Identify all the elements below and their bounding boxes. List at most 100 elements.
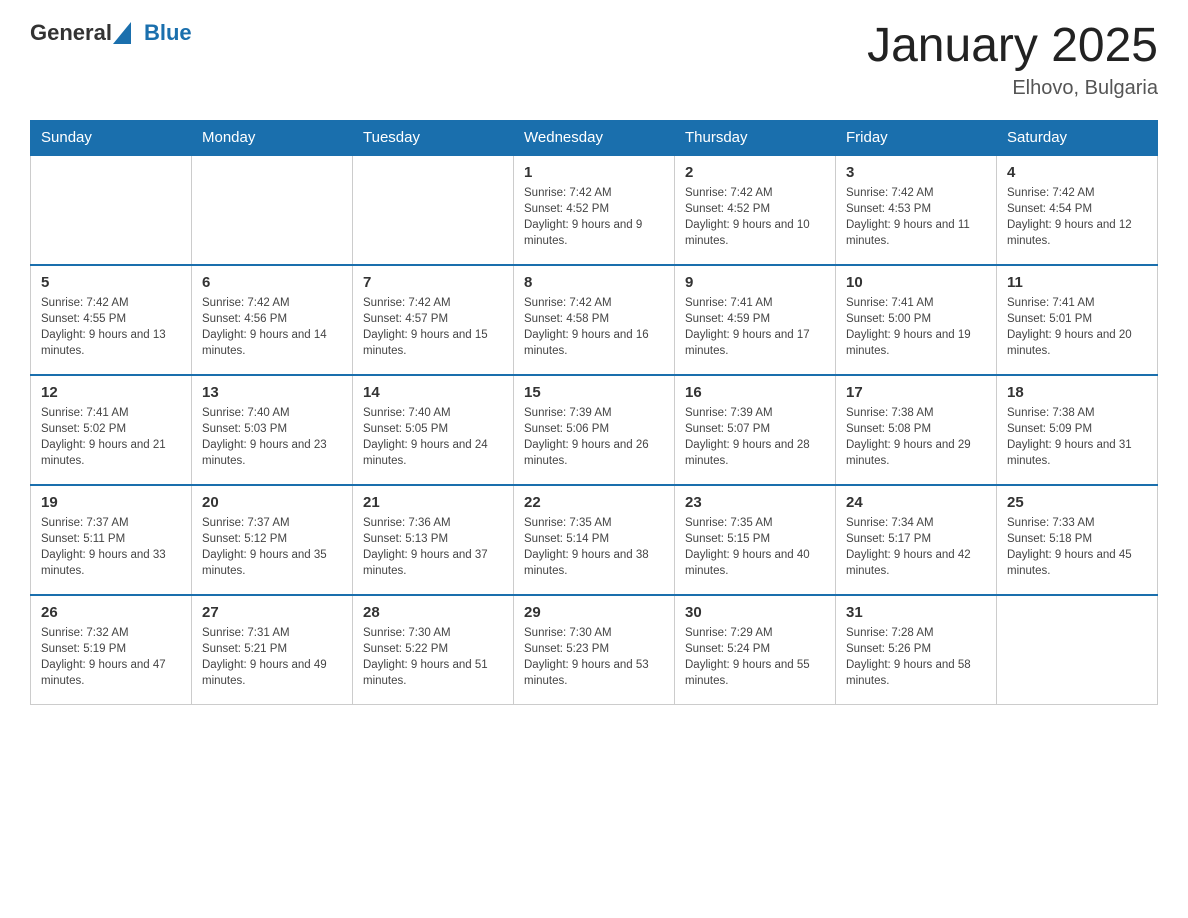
day-number: 27 [202, 604, 342, 621]
calendar-cell: 10Sunrise: 7:41 AM Sunset: 5:00 PM Dayli… [836, 265, 997, 375]
day-number: 15 [524, 384, 664, 401]
calendar-cell: 8 Sunrise: 7:42 AM Sunset: 4:58 PM Daylig… [514, 265, 675, 375]
day-number: 29 [524, 604, 664, 621]
day-info: Sunrise: 7:42 AM Sunset: 4:56 PM Dayligh… [202, 295, 342, 359]
calendar-cell [31, 155, 192, 265]
day-info: Sunrise: 7:42 AM Sunset: 4:55 PM Dayligh… [41, 295, 181, 359]
calendar-cell: 9Sunrise: 7:41 AM Sunset: 4:59 PM Daylig… [675, 265, 836, 375]
day-info: Sunrise: 7:37 AM Sunset: 5:12 PM Dayligh… [202, 515, 342, 579]
calendar-cell: 12 Sunrise: 7:41 AM Sunset: 5:02 PM Dayli… [31, 375, 192, 485]
day-number: 26 [41, 604, 181, 621]
calendar-cell: 11 Sunrise: 7:41 AM Sunset: 5:01 PM Dayli… [997, 265, 1158, 375]
day-info: Sunrise: 7:29 AM Sunset: 5:24 PM Dayligh… [685, 625, 825, 689]
calendar-cell: 18 Sunrise: 7:38 AM Sunset: 5:09 PM Dayli… [997, 375, 1158, 485]
day-info: Sunrise: 7:35 AM Sunset: 5:14 PM Dayligh… [524, 515, 664, 579]
day-info: Sunrise: 7:39 AM Sunset: 5:06 PM Dayligh… [524, 405, 664, 469]
day-info: Sunrise: 7:33 AM Sunset: 5:18 PM Dayligh… [1007, 515, 1147, 579]
day-number: 24 [846, 494, 986, 511]
calendar-cell: 31 Sunrise: 7:28 AM Sunset: 5:26 PM Dayli… [836, 595, 997, 705]
day-info: Sunrise: 7:38 AM Sunset: 5:08 PM Dayligh… [846, 405, 986, 469]
day-info: Sunrise: 7:41 AM Sunset: 5:00 PM Dayligh… [846, 295, 986, 359]
day-number: 17 [846, 384, 986, 401]
day-info: Sunrise: 7:37 AM Sunset: 5:11 PM Dayligh… [41, 515, 181, 579]
header-tuesday: Tuesday [353, 120, 514, 155]
calendar-cell: 20 Sunrise: 7:37 AM Sunset: 5:12 PM Dayli… [192, 485, 353, 595]
calendar-cell: 21Sunrise: 7:36 AM Sunset: 5:13 PM Dayli… [353, 485, 514, 595]
day-info: Sunrise: 7:41 AM Sunset: 5:02 PM Dayligh… [41, 405, 181, 469]
calendar-cell: 5 Sunrise: 7:42 AM Sunset: 4:55 PM Daylig… [31, 265, 192, 375]
calendar-cell: 22Sunrise: 7:35 AM Sunset: 5:14 PM Dayli… [514, 485, 675, 595]
day-info: Sunrise: 7:41 AM Sunset: 5:01 PM Dayligh… [1007, 295, 1147, 359]
calendar-cell: 28 Sunrise: 7:30 AM Sunset: 5:22 PM Dayli… [353, 595, 514, 705]
day-number: 1 [524, 164, 664, 181]
day-number: 25 [1007, 494, 1147, 511]
day-number: 12 [41, 384, 181, 401]
calendar-cell: 30 Sunrise: 7:29 AM Sunset: 5:24 PM Dayli… [675, 595, 836, 705]
logo-blue: Blue [144, 20, 192, 46]
day-number: 11 [1007, 274, 1147, 291]
day-info: Sunrise: 7:30 AM Sunset: 5:23 PM Dayligh… [524, 625, 664, 689]
day-number: 7 [363, 274, 503, 291]
calendar-cell: 14 Sunrise: 7:40 AM Sunset: 5:05 PM Dayli… [353, 375, 514, 485]
day-info: Sunrise: 7:41 AM Sunset: 4:59 PM Dayligh… [685, 295, 825, 359]
day-info: Sunrise: 7:42 AM Sunset: 4:58 PM Dayligh… [524, 295, 664, 359]
calendar-cell: 25 Sunrise: 7:33 AM Sunset: 5:18 PM Dayli… [997, 485, 1158, 595]
week-row-2: 12 Sunrise: 7:41 AM Sunset: 5:02 PM Dayli… [31, 375, 1158, 485]
calendar-cell: 2 Sunrise: 7:42 AM Sunset: 4:52 PM Daylig… [675, 155, 836, 265]
week-row-1: 5 Sunrise: 7:42 AM Sunset: 4:55 PM Daylig… [31, 265, 1158, 375]
calendar-cell: 17 Sunrise: 7:38 AM Sunset: 5:08 PM Dayli… [836, 375, 997, 485]
header-saturday: Saturday [997, 120, 1158, 155]
day-number: 3 [846, 164, 986, 181]
day-number: 23 [685, 494, 825, 511]
calendar-cell: 7 Sunrise: 7:42 AM Sunset: 4:57 PM Daylig… [353, 265, 514, 375]
day-info: Sunrise: 7:42 AM Sunset: 4:54 PM Dayligh… [1007, 185, 1147, 249]
calendar-title: January 2025 [867, 20, 1158, 73]
day-info: Sunrise: 7:28 AM Sunset: 5:26 PM Dayligh… [846, 625, 986, 689]
day-number: 13 [202, 384, 342, 401]
day-info: Sunrise: 7:38 AM Sunset: 5:09 PM Dayligh… [1007, 405, 1147, 469]
calendar-cell [997, 595, 1158, 705]
day-info: Sunrise: 7:42 AM Sunset: 4:52 PM Dayligh… [685, 185, 825, 249]
header-thursday: Thursday [675, 120, 836, 155]
logo-general: General [30, 20, 112, 46]
header-row: SundayMondayTuesdayWednesdayThursdayFrid… [31, 120, 1158, 155]
day-number: 5 [41, 274, 181, 291]
day-number: 31 [846, 604, 986, 621]
day-number: 21 [363, 494, 503, 511]
calendar-cell: 3Sunrise: 7:42 AM Sunset: 4:53 PM Daylig… [836, 155, 997, 265]
header-friday: Friday [836, 120, 997, 155]
day-number: 28 [363, 604, 503, 621]
calendar-cell [192, 155, 353, 265]
calendar-cell: 16Sunrise: 7:39 AM Sunset: 5:07 PM Dayli… [675, 375, 836, 485]
day-number: 30 [685, 604, 825, 621]
calendar-cell: 1Sunrise: 7:42 AM Sunset: 4:52 PM Daylig… [514, 155, 675, 265]
calendar-cell: 4 Sunrise: 7:42 AM Sunset: 4:54 PM Daylig… [997, 155, 1158, 265]
calendar-cell: 15 Sunrise: 7:39 AM Sunset: 5:06 PM Dayli… [514, 375, 675, 485]
calendar-table: SundayMondayTuesdayWednesdayThursdayFrid… [30, 120, 1158, 706]
day-number: 4 [1007, 164, 1147, 181]
day-info: Sunrise: 7:40 AM Sunset: 5:05 PM Dayligh… [363, 405, 503, 469]
calendar-cell: 23 Sunrise: 7:35 AM Sunset: 5:15 PM Dayli… [675, 485, 836, 595]
day-info: Sunrise: 7:42 AM Sunset: 4:57 PM Dayligh… [363, 295, 503, 359]
day-number: 2 [685, 164, 825, 181]
day-number: 6 [202, 274, 342, 291]
calendar-cell: 19Sunrise: 7:37 AM Sunset: 5:11 PM Dayli… [31, 485, 192, 595]
calendar-cell: 29 Sunrise: 7:30 AM Sunset: 5:23 PM Dayli… [514, 595, 675, 705]
day-info: Sunrise: 7:40 AM Sunset: 5:03 PM Dayligh… [202, 405, 342, 469]
day-number: 20 [202, 494, 342, 511]
calendar-cell: 13 Sunrise: 7:40 AM Sunset: 5:03 PM Dayli… [192, 375, 353, 485]
day-number: 8 [524, 274, 664, 291]
day-info: Sunrise: 7:32 AM Sunset: 5:19 PM Dayligh… [41, 625, 181, 689]
logo-triangle-icon [113, 22, 131, 44]
calendar-cell: 27Sunrise: 7:31 AM Sunset: 5:21 PM Dayli… [192, 595, 353, 705]
header-wednesday: Wednesday [514, 120, 675, 155]
day-info: Sunrise: 7:35 AM Sunset: 5:15 PM Dayligh… [685, 515, 825, 579]
logo: General Blue [30, 20, 192, 46]
day-info: Sunrise: 7:39 AM Sunset: 5:07 PM Dayligh… [685, 405, 825, 469]
header-monday: Monday [192, 120, 353, 155]
day-number: 18 [1007, 384, 1147, 401]
day-number: 14 [363, 384, 503, 401]
day-info: Sunrise: 7:30 AM Sunset: 5:22 PM Dayligh… [363, 625, 503, 689]
calendar-cell: 6 Sunrise: 7:42 AM Sunset: 4:56 PM Daylig… [192, 265, 353, 375]
header-sunday: Sunday [31, 120, 192, 155]
